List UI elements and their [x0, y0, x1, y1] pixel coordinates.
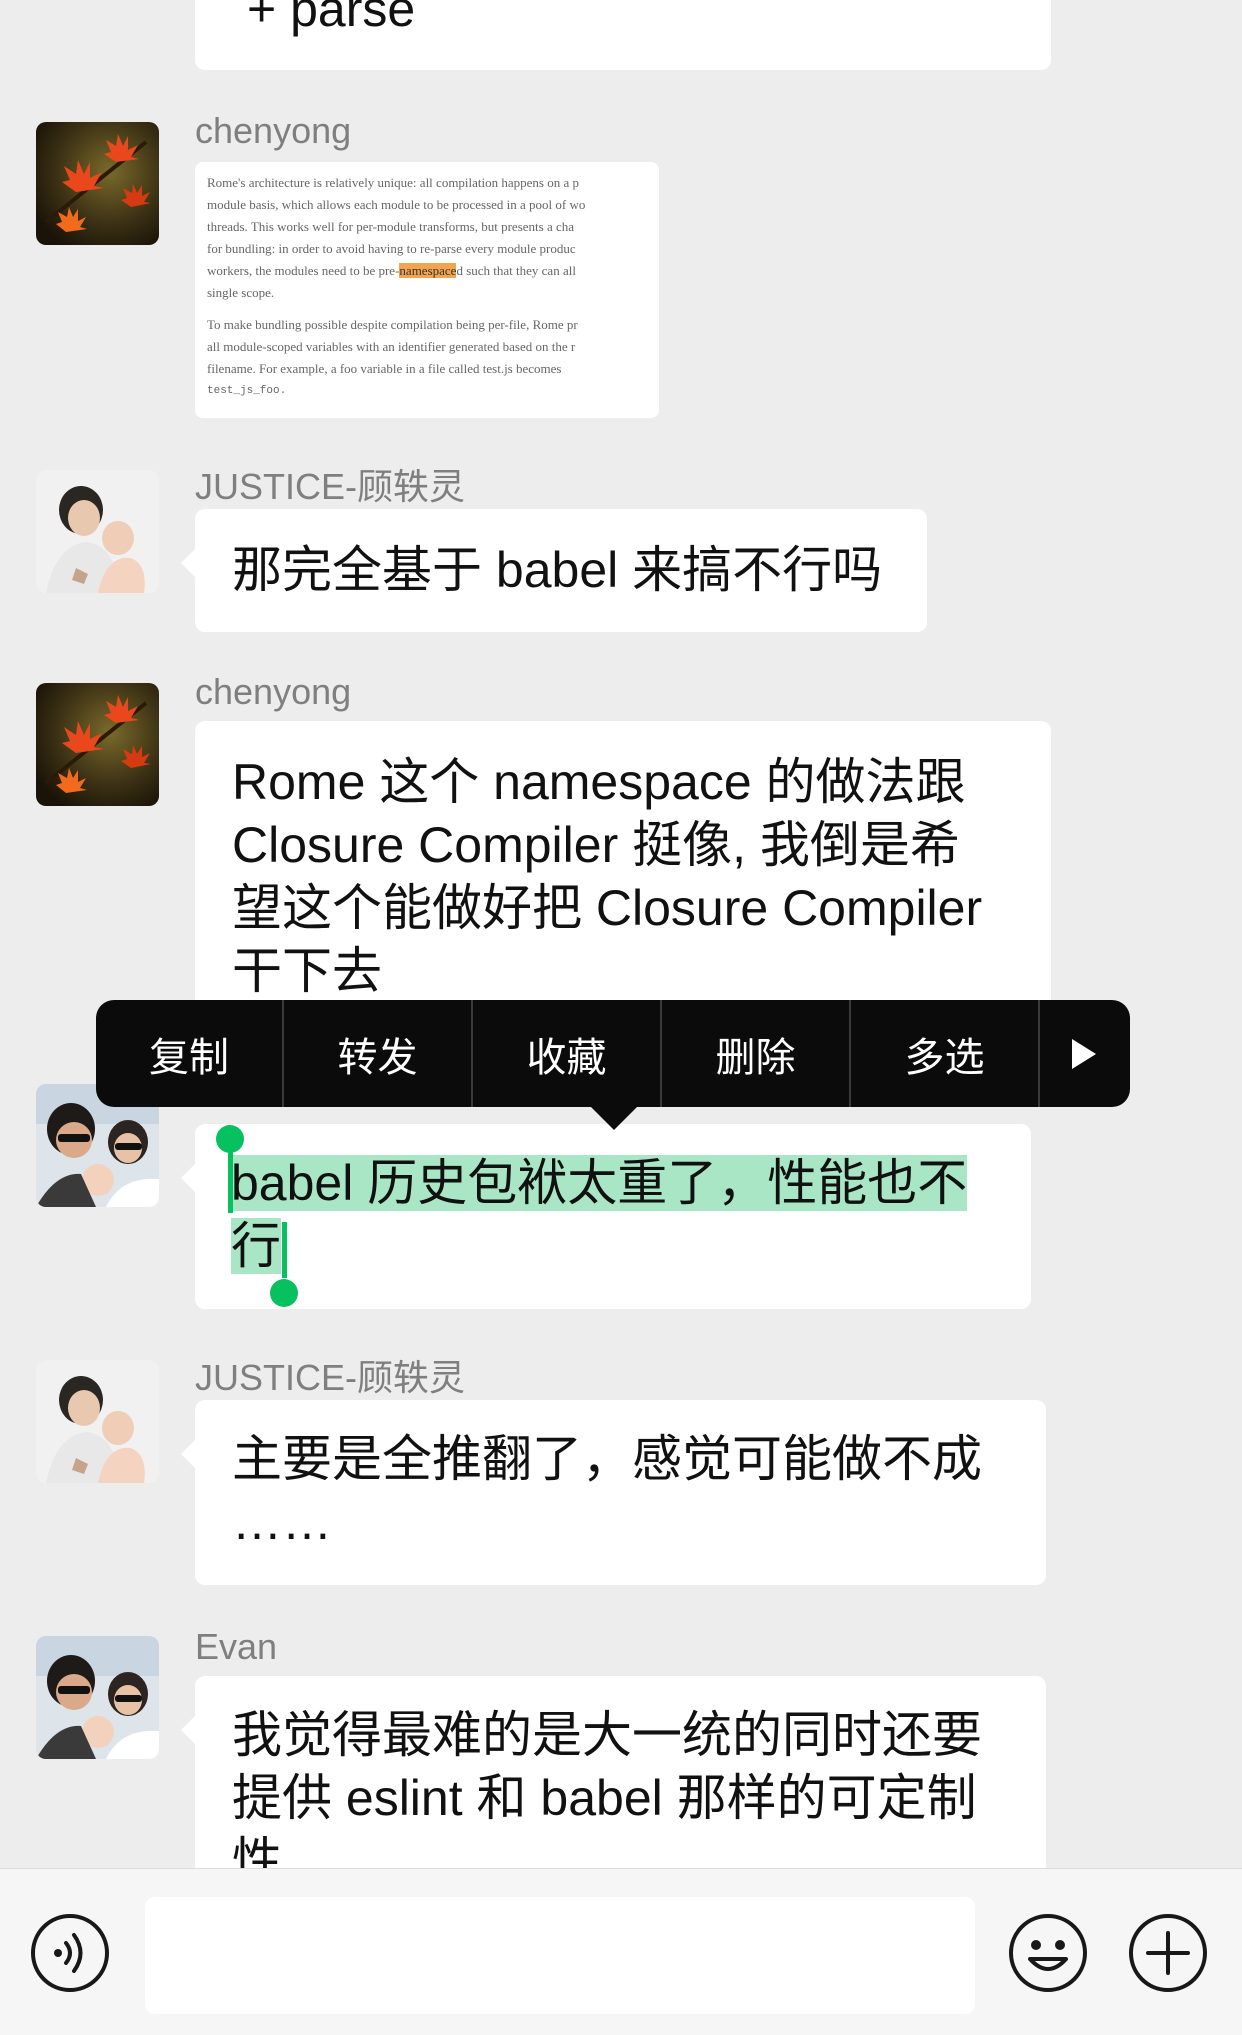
avatar[interactable] [36, 1360, 159, 1483]
menu-item-favorite[interactable]: 收藏 [473, 1000, 662, 1107]
image-text-line: filename. For example, a foo variable in… [207, 361, 562, 376]
sender-name: Evan [195, 1626, 278, 1667]
menu-item-delete[interactable]: 删除 [662, 1000, 851, 1107]
message-input[interactable] [145, 1897, 975, 2014]
selected-text[interactable]: babel 历史包袱太重了，性能也不 [231, 1155, 968, 1211]
selection-end-handle[interactable] [270, 1279, 298, 1307]
image-text-line: Rome's architecture is relatively unique… [207, 175, 580, 190]
avatar[interactable] [36, 470, 159, 593]
message-text: 我觉得最难的是大一统的同时还要 提供 eslint 和 babel 那样的可定制… [195, 1676, 1046, 1868]
image-text-line: workers, the modules need to be pre-name… [207, 260, 576, 282]
image-text-line: test_js_foo. [207, 385, 287, 397]
image-text-line: d such that they can all [456, 263, 576, 278]
parent-baby-avatar-icon [36, 470, 159, 593]
sender-name: JUSTICE-顾轶灵 [195, 466, 466, 507]
chat-area[interactable]: + parse chenyong Rome's architecture is … [0, 0, 1242, 1868]
message-line: 提供 eslint 和 babel 那样的可定制 [232, 1770, 977, 1826]
autumn-leaves-avatar-icon [36, 122, 159, 245]
plus-button[interactable] [1128, 1913, 1208, 1998]
context-menu: 复制 转发 收藏 删除 多选 [96, 1000, 1130, 1107]
image-text-line: threads. This works well for per-module … [207, 219, 575, 234]
message-line: 性 [232, 1833, 282, 1868]
selection-start-bar [228, 1145, 233, 1213]
message-bubble[interactable]: 我觉得最难的是大一统的同时还要 提供 eslint 和 babel 那样的可定制… [181, 1676, 1046, 1868]
menu-item-multiselect[interactable]: 多选 [851, 1000, 1040, 1107]
message-line: Closure Compiler 挺像, 我倒是希 [232, 817, 960, 873]
message-text: babel 历史包袱太重了，性能也不 行 [195, 1124, 1031, 1278]
image-text-line: module basis, which allows each module t… [207, 197, 586, 212]
menu-item-copy[interactable]: 复制 [96, 1000, 284, 1107]
voice-button[interactable] [30, 1913, 110, 1998]
sender-name: chenyong [195, 110, 352, 151]
family-sunglasses-avatar-icon [36, 1636, 159, 1759]
emoji-icon [1009, 1914, 1087, 1992]
message-text: Rome 这个 namespace 的做法跟 Closure Compiler … [195, 721, 1051, 1003]
message-text: 那完全基于 babel 来搞不行吗 [232, 542, 883, 598]
image-highlight: namespace [399, 263, 457, 278]
play-arrow-icon [1072, 1038, 1096, 1069]
avatar[interactable] [36, 683, 159, 806]
menu-item-forward[interactable]: 转发 [284, 1000, 473, 1107]
image-text-line: for bundling: in order to avoid having t… [207, 241, 576, 256]
message-text: + parse [247, 0, 416, 37]
emoji-button[interactable] [1008, 1913, 1088, 1998]
menu-more-button[interactable] [1040, 1000, 1128, 1107]
message-line: 干下去 [232, 943, 382, 999]
sender-name: chenyong [195, 671, 352, 712]
voice-icon [31, 1914, 109, 1992]
context-menu-pointer [590, 1106, 638, 1130]
selection-end-bar [282, 1222, 287, 1278]
image-text-line: all module-scoped variables with an iden… [207, 339, 576, 354]
image-text-line: workers, the modules need to be pre- [207, 263, 400, 278]
message-line: 主要是全推翻了，感觉可能做不成 [232, 1431, 982, 1487]
message-bubble[interactable]: 那完全基于 babel 来搞不行吗 [181, 509, 927, 632]
image-message[interactable]: Rome's architecture is relatively unique… [195, 162, 659, 418]
image-text-line: single scope. [207, 285, 275, 300]
avatar[interactable] [36, 1636, 159, 1759]
sender-name: JUSTICE-顾轶灵 [195, 1357, 466, 1398]
message-text: 主要是全推翻了，感觉可能做不成 …… [195, 1400, 1046, 1554]
message-line: 望这个能做好把 Closure Compiler [232, 880, 983, 936]
message-bubble[interactable]: 主要是全推翻了，感觉可能做不成 …… [181, 1400, 1046, 1585]
message-line: …… [232, 1494, 332, 1550]
message-line: Rome 这个 namespace 的做法跟 [232, 754, 966, 810]
avatar[interactable] [36, 122, 159, 245]
message-line: 我觉得最难的是大一统的同时还要 [232, 1707, 982, 1763]
input-bar [0, 1868, 1242, 2035]
message-bubble[interactable]: + parse [195, 0, 1051, 70]
autumn-leaves-avatar-icon [36, 683, 159, 806]
message-bubble-selected[interactable]: babel 历史包袱太重了，性能也不 行 [181, 1124, 1031, 1309]
selected-text[interactable]: 行 [231, 1218, 281, 1274]
message-bubble[interactable]: Rome 这个 namespace 的做法跟 Closure Compiler … [195, 721, 1051, 1011]
image-text-line: To make bundling possible despite compil… [207, 317, 578, 332]
parent-baby-avatar-icon [36, 1360, 159, 1483]
plus-icon [1129, 1914, 1207, 1992]
